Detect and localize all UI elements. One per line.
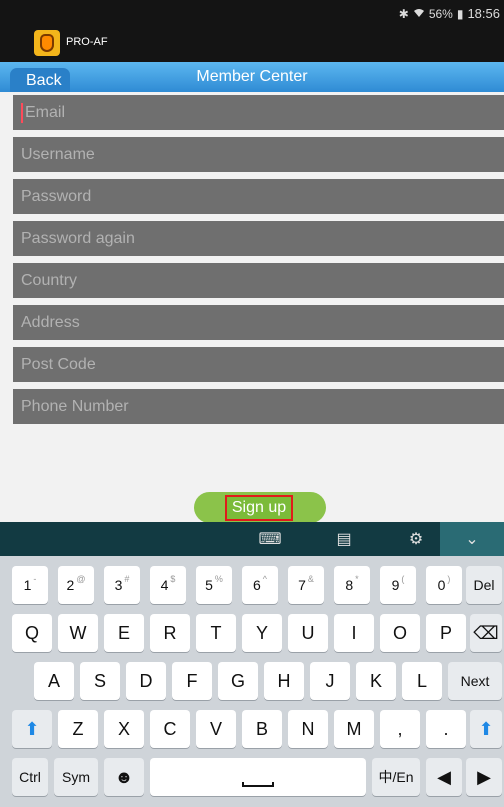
backspace-icon[interactable]: ⌫ — [470, 614, 502, 652]
wifi-icon — [413, 7, 425, 21]
address-field[interactable]: Address — [13, 305, 504, 340]
phone-number-placeholder: Phone Number — [21, 397, 129, 415]
password-again-field[interactable]: Password again — [13, 221, 504, 256]
key-p[interactable]: P — [426, 614, 466, 652]
key-u[interactable]: U — [288, 614, 328, 652]
nav-bar: Back Member Center — [0, 62, 504, 92]
key-y[interactable]: Y — [242, 614, 282, 652]
key-5[interactable]: 5% — [196, 566, 232, 604]
ctrl-key[interactable]: Ctrl — [12, 758, 48, 796]
key-z[interactable]: Z — [58, 710, 98, 748]
left-arrow-icon[interactable]: ◀ — [426, 758, 462, 796]
bluetooth-icon: ✱ — [398, 6, 409, 21]
post-code-placeholder: Post Code — [21, 355, 96, 373]
key-1[interactable]: 1- — [12, 566, 48, 604]
space-key[interactable] — [150, 758, 366, 796]
chevron-down-icon[interactable]: ⌄ — [440, 522, 504, 556]
key-8[interactable]: 8 * — [334, 566, 370, 604]
keyboard: 1- 2 @ 3 # 4 $ 5% 6 ^ 7 & 8 * 9( 0) Del Q W E … — [0, 556, 504, 807]
key-b[interactable]: B — [242, 710, 282, 748]
language-key[interactable]: 中/En — [372, 758, 420, 796]
signup-pill: Sign up — [194, 492, 326, 523]
battery-percent: 56% — [428, 6, 453, 21]
email-placeholder: Email — [25, 103, 66, 121]
app-bar: PRO-AF — [0, 26, 504, 62]
post-code-field[interactable]: Post Code — [13, 347, 504, 382]
key-n[interactable]: N — [288, 710, 328, 748]
key-l[interactable]: L — [402, 662, 442, 700]
key-s[interactable]: S — [80, 662, 120, 700]
username-field[interactable]: Username — [13, 137, 504, 172]
gear-icon[interactable]: ⚙ — [384, 522, 448, 556]
key-f[interactable]: F — [172, 662, 212, 700]
key-g[interactable]: G — [218, 662, 258, 700]
key-e[interactable]: E — [104, 614, 144, 652]
key-m[interactable]: M — [334, 710, 374, 748]
key-6[interactable]: 6 ^ — [242, 566, 278, 604]
phone-number-field[interactable]: Phone Number — [13, 389, 504, 424]
key-4[interactable]: 4 $ — [150, 566, 186, 604]
delete-key[interactable]: Del — [466, 566, 502, 604]
keyboard-icon[interactable]: ⌨ — [238, 522, 302, 556]
signup-button[interactable]: Sign up — [225, 495, 293, 521]
key-period[interactable]: . — [426, 710, 466, 748]
key-d[interactable]: D — [126, 662, 166, 700]
key-comma[interactable]: , — [380, 710, 420, 748]
password-placeholder: Password — [21, 187, 92, 205]
key-x[interactable]: X — [104, 710, 144, 748]
username-placeholder: Username — [21, 145, 95, 163]
page-title: Member Center — [196, 68, 308, 85]
status-icons: ✱ 56% ▮ 18:56 — [399, 6, 500, 21]
key-w[interactable]: W — [58, 614, 98, 652]
battery-icon: ▮ — [456, 6, 464, 21]
country-placeholder: Country — [21, 271, 78, 289]
key-9[interactable]: 9( — [380, 566, 416, 604]
emoji-icon[interactable]: ☻ — [104, 758, 144, 796]
key-3[interactable]: 3 # — [104, 566, 140, 604]
key-i[interactable]: I — [334, 614, 374, 652]
clock: 18:56 — [467, 6, 500, 21]
key-j[interactable]: J — [310, 662, 350, 700]
key-q[interactable]: Q — [12, 614, 52, 652]
shift-icon[interactable]: ⬆ — [12, 710, 52, 748]
key-a[interactable]: A — [34, 662, 74, 700]
key-t[interactable]: T — [196, 614, 236, 652]
key-h[interactable]: H — [264, 662, 304, 700]
next-key[interactable]: Next — [448, 662, 502, 700]
signup-form: Email Username Password Password again C… — [13, 95, 504, 431]
key-k[interactable]: K — [356, 662, 396, 700]
shift-right-icon[interactable]: ⬆ — [470, 710, 502, 748]
key-c[interactable]: C — [150, 710, 190, 748]
right-arrow-icon[interactable]: ▶ — [466, 758, 502, 796]
password-field[interactable]: Password — [13, 179, 504, 214]
clipboard-icon[interactable]: ▤ — [312, 522, 376, 556]
key-7[interactable]: 7 & — [288, 566, 324, 604]
sym-key[interactable]: Sym — [54, 758, 98, 796]
email-field[interactable]: Email — [13, 95, 504, 130]
key-o[interactable]: O — [380, 614, 420, 652]
key-r[interactable]: R — [150, 614, 190, 652]
status-bar: ✱ 56% ▮ 18:56 — [0, 0, 504, 26]
country-field[interactable]: Country — [13, 263, 504, 298]
keyboard-toolbar: ⌨ ▤ ⚙ ⌄ — [0, 522, 504, 556]
password-again-placeholder: Password again — [21, 229, 135, 247]
app-title: PRO-AF — [66, 36, 108, 48]
key-0[interactable]: 0) — [426, 566, 462, 604]
app-logo-icon — [34, 30, 60, 56]
key-2[interactable]: 2 @ — [58, 566, 94, 604]
address-placeholder: Address — [21, 313, 80, 331]
text-cursor — [21, 102, 23, 123]
key-v[interactable]: V — [196, 710, 236, 748]
